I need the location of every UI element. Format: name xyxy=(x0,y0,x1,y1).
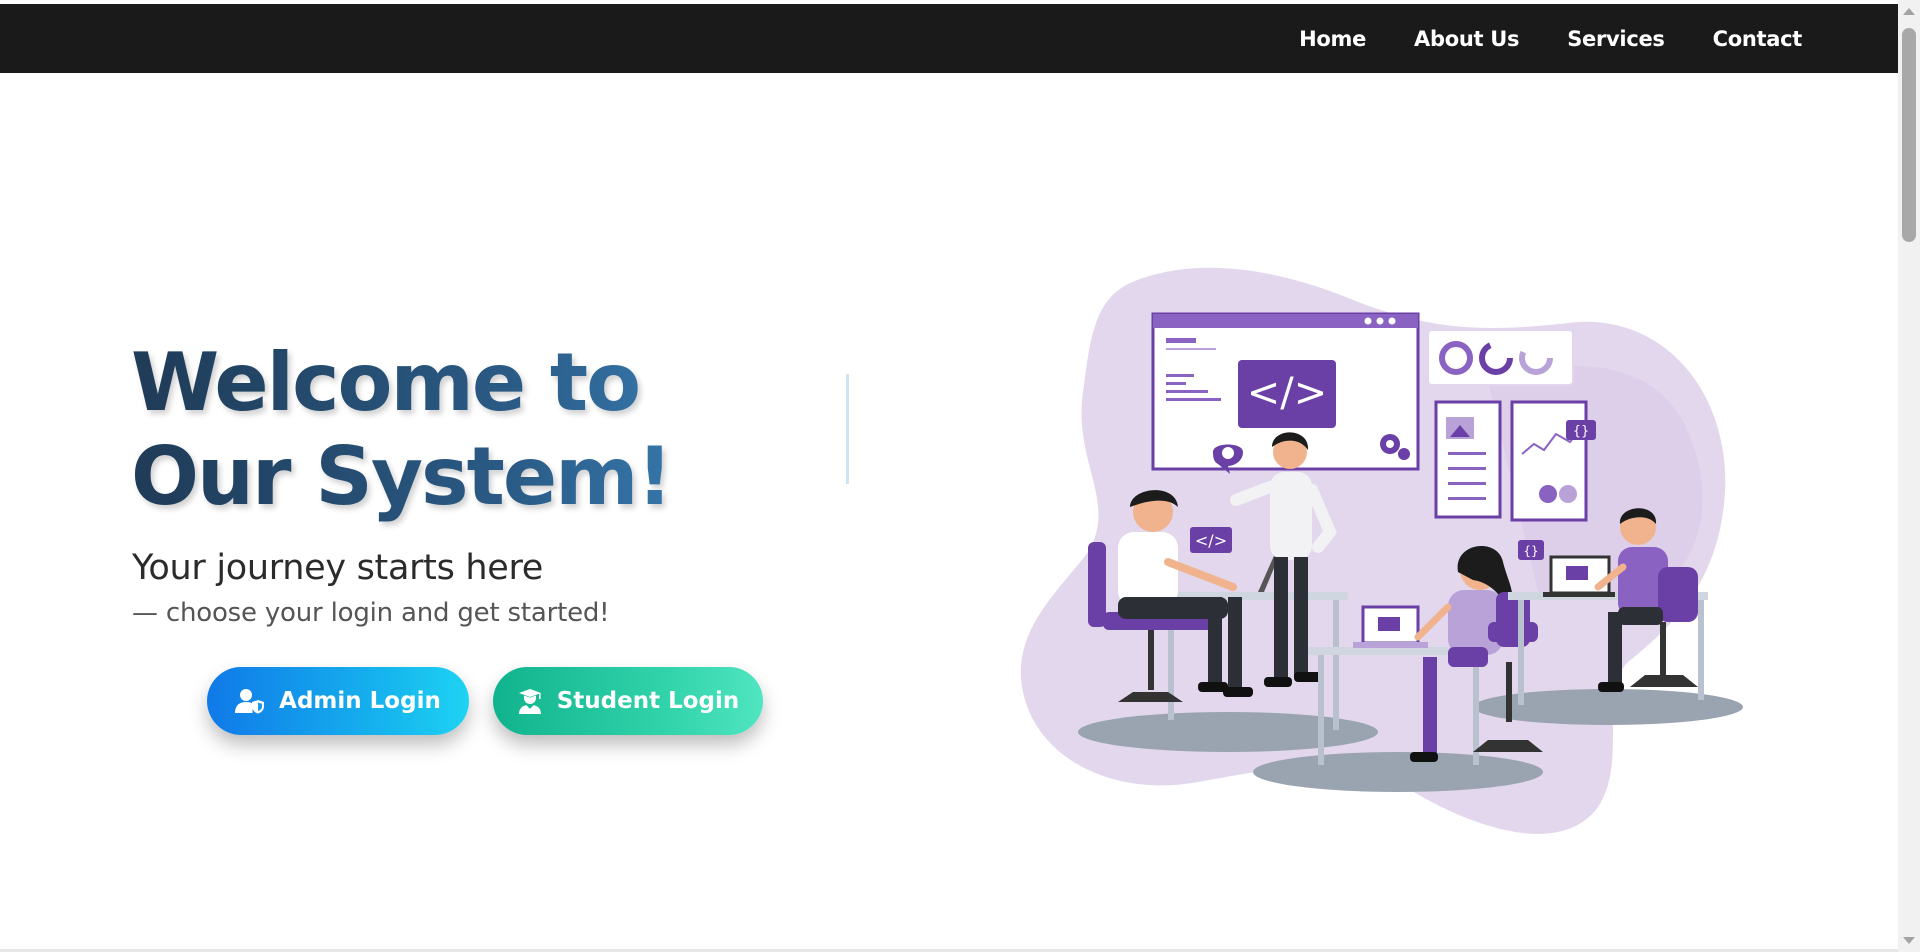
vertical-divider xyxy=(846,374,849,484)
hero-title: Welcome to Our System! xyxy=(131,336,811,524)
student-login-button[interactable]: Student Login xyxy=(493,667,763,735)
hero-tagline: — choose your login and get started! xyxy=(132,598,610,628)
navbar: Home About Us Services Contact xyxy=(0,4,1898,73)
svg-text:{}: {} xyxy=(1523,544,1538,558)
nav-contact-link[interactable]: Contact xyxy=(1713,27,1803,51)
scroll-thumb[interactable] xyxy=(1902,28,1916,242)
hero-subtitle: Your journey starts here xyxy=(132,548,544,588)
code-symbol: </> xyxy=(1247,370,1328,416)
donut-charts-panel xyxy=(1427,329,1574,386)
svg-text:{}: {} xyxy=(1573,424,1590,439)
user-graduate-icon xyxy=(517,688,543,714)
student-login-label: Student Login xyxy=(556,688,740,714)
page: Home About Us Services Contact Welcome t… xyxy=(0,0,1920,952)
admin-login-button[interactable]: Admin Login xyxy=(207,667,469,735)
svg-text:</>: </> xyxy=(1195,531,1227,550)
nav-links: Home About Us Services Contact xyxy=(1299,4,1802,73)
nav-home-link[interactable]: Home xyxy=(1299,27,1366,51)
page-scrollbar[interactable] xyxy=(1898,0,1920,952)
nav-about-link[interactable]: About Us xyxy=(1414,27,1519,51)
nav-services-link[interactable]: Services xyxy=(1567,27,1665,51)
scroll-down-arrow-icon[interactable] xyxy=(1903,937,1915,944)
team-coding-illustration: </> {} </> {} xyxy=(1020,267,1743,834)
admin-login-label: Admin Login xyxy=(279,688,441,714)
user-shield-icon xyxy=(235,688,265,714)
document-panels: {} xyxy=(1434,400,1596,522)
scroll-up-arrow-icon[interactable] xyxy=(1903,8,1915,15)
